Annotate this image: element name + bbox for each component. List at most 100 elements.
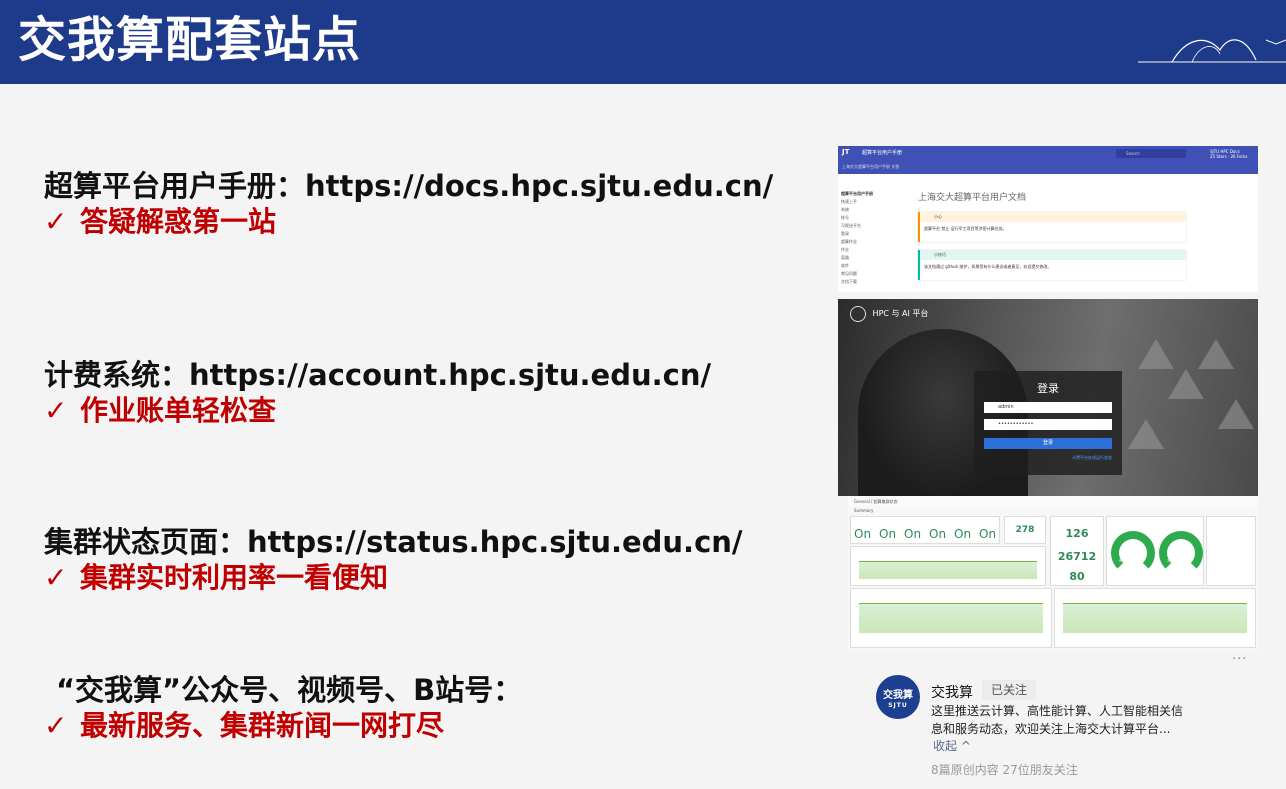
docs-warning-box: 小心 超算平台 禁止 运行军工项目等涉密计算任务。: [918, 212, 1186, 242]
docs-heading: 上海交大超算平台用户文档: [918, 193, 1027, 203]
triangle-decoration: [1218, 399, 1254, 429]
login-screenshot: HPC 与 AI 平台 登录 admin •••••••••••• 登录 计费平…: [838, 299, 1258, 496]
dash-jobs-value: 278: [1015, 525, 1035, 535]
item-title: 集群状态页面：https://status.hpc.sjtu.edu.cn/: [44, 525, 743, 559]
docs-warning-body: 超算平台 禁止 运行军工项目等涉密计算任务。: [924, 226, 1007, 231]
dash-area-chart: [859, 561, 1037, 579]
follow-button[interactable]: 已关注: [982, 680, 1036, 700]
docs-nav-item[interactable]: 超算平台用户手册: [841, 190, 873, 198]
collapse-link[interactable]: 收起 ^: [933, 737, 971, 754]
dash-breadcrumb: General / 超算集群状态: [848, 496, 1258, 506]
dash-area-chart: [1063, 603, 1247, 633]
dash-allocated-chart: [1054, 588, 1256, 648]
password-field[interactable]: ••••••••••••: [984, 419, 1112, 430]
dash-area-chart: [859, 603, 1043, 633]
item-title: “交我算”公众号、视频号、B站号：: [56, 673, 523, 707]
dash-number: 80: [1069, 570, 1085, 583]
dash-on-value: On: [904, 527, 922, 541]
header-bar: 交我算配套站点: [0, 0, 1286, 84]
docs-topbar: JT 超算平台用户手册 上海交大超算平台用户手册 文档 Search SJTU …: [838, 146, 1258, 174]
item-subtitle: ✓ 集群实时利用率一看便知: [44, 560, 743, 596]
dash-number: 126: [1065, 527, 1089, 540]
page-title: 交我算配套站点: [18, 12, 362, 68]
avatar: 交我算 SJTU: [876, 675, 920, 719]
item-subtitle-text: 集群实时利用率一看便知: [80, 561, 389, 594]
item-status: 集群状态页面：https://status.hpc.sjtu.edu.cn/ ✓…: [44, 524, 743, 596]
sjtu-bridge-logo: [1138, 39, 1286, 63]
item-subtitle-text: 答疑解惑第一站: [80, 205, 277, 238]
docs-nav-item[interactable]: 登录: [841, 230, 873, 238]
triangle-decoration: [1128, 419, 1164, 449]
docs-sidebar: 超算平台用户手册 快速上手 系统 帐号 可视化平台 登录 超算作业 作业 容器 …: [841, 190, 873, 286]
dash-jobs-panel: 278: [1004, 516, 1046, 544]
check-icon: ✓: [44, 561, 68, 594]
storage-gauge: [1111, 531, 1155, 575]
docs-nav-item[interactable]: 常见问题: [841, 270, 873, 278]
dash-on-value: On: [954, 527, 972, 541]
login-form: 登录 admin •••••••••••• 登录 计费平台在线运行状态: [974, 371, 1122, 475]
docs-repo-stats: 25 Stars · 26 Forks: [1210, 154, 1248, 159]
item-title: 计费系统：https://account.hpc.sjtu.edu.cn/: [44, 358, 712, 392]
check-icon: ✓: [44, 709, 68, 742]
username-field[interactable]: admin: [984, 402, 1112, 413]
dash-number: 26712: [1057, 550, 1097, 563]
docs-site-title: 超算平台用户手册: [862, 150, 903, 156]
docs-tip-title: 小技巧: [920, 250, 1186, 260]
item-subtitle: ✓ 作业账单轻松查: [44, 393, 711, 429]
docs-nav-item[interactable]: 软件: [841, 262, 873, 270]
dash-on-panel: On On On On On On: [850, 516, 1000, 544]
dash-on-value: On: [879, 527, 897, 541]
dash-on-value: On: [929, 527, 947, 541]
login-heading: 登录: [1037, 382, 1059, 395]
item-subtitle-text: 最新服务、集群新闻一网打尽: [80, 709, 445, 742]
item-subtitle: ✓ 答疑解惑第一站: [44, 204, 773, 240]
account-stats: 8篇原创内容 27位朋友关注: [931, 763, 1078, 777]
check-icon: ✓: [44, 394, 68, 427]
dash-section-title: Summary: [854, 508, 874, 513]
item-docs: 超算平台用户手册：https://docs.hpc.sjtu.edu.cn/ ✓…: [44, 168, 773, 240]
dash-on-value: On: [979, 527, 997, 541]
status-link[interactable]: 计费平台在线运行状态: [984, 455, 1112, 461]
login-header: HPC 与 AI 平台: [850, 304, 928, 324]
avatar-text: 交我算: [883, 690, 913, 701]
gauge-label: 2.76 PiB: [1167, 559, 1182, 563]
docs-repo-link[interactable]: SJTU HPC Docs 25 Stars · 26 Forks: [1210, 149, 1247, 159]
jtu-logo-icon: JT: [842, 148, 850, 156]
docs-nav-item[interactable]: 系统: [841, 206, 873, 214]
item-subtitle-text: 作业账单轻松查: [80, 394, 277, 427]
triangle-decoration: [1168, 369, 1204, 399]
check-icon: ✓: [44, 205, 68, 238]
more-options-icon[interactable]: ···: [1232, 652, 1247, 667]
docs-search-input[interactable]: Search: [1116, 149, 1186, 158]
docs-nav-item[interactable]: 快速上手: [841, 198, 873, 206]
docs-tip-body: 该文档通过 github 维护，如果您有什么建议或者意见，欢迎提交修改。: [924, 264, 1052, 269]
gauge-label: 9.12 PiB: [1119, 559, 1134, 563]
triangle-decoration: [1198, 339, 1234, 369]
item-title: 超算平台用户手册：https://docs.hpc.sjtu.edu.cn/: [44, 169, 774, 203]
dash-list-panel: [1206, 516, 1256, 586]
login-button[interactable]: 登录: [984, 438, 1112, 449]
docs-breadcrumb: 上海交大超算平台用户手册 文档: [842, 164, 900, 169]
docs-nav-item[interactable]: 文档下载: [841, 278, 873, 286]
item-subtitle: ✓ 最新服务、集群新闻一网打尽: [44, 708, 522, 744]
item-social: “交我算”公众号、视频号、B站号： ✓ 最新服务、集群新闻一网打尽: [44, 672, 522, 744]
storage-gauge: [1159, 531, 1203, 575]
docs-nav-item[interactable]: 帐号: [841, 214, 873, 222]
dash-numbers-panel: 126 26712 80: [1050, 516, 1104, 586]
dash-storage-panel: 9.12 PiB 2.76 PiB: [1106, 516, 1204, 586]
docs-nav-item[interactable]: 容器: [841, 254, 873, 262]
docs-warning-title: 小心: [920, 212, 1186, 222]
item-account: 计费系统：https://account.hpc.sjtu.edu.cn/ ✓ 作…: [44, 357, 711, 429]
docs-tip-box: 小技巧 该文档通过 github 维护，如果您有什么建议或者意见，欢迎提交修改。: [918, 250, 1186, 280]
docs-nav-item[interactable]: 作业: [841, 246, 873, 254]
login-platform-name: HPC 与 AI 平台: [872, 309, 929, 318]
sjtu-seal-icon: [850, 305, 866, 322]
account-description: 这里推送云计算、高性能计算、人工智能相关信息和服务动态，欢迎关注上海交大计算平台…: [931, 704, 1184, 736]
docs-screenshot: JT 超算平台用户手册 上海交大超算平台用户手册 文档 Search SJTU …: [838, 146, 1258, 292]
triangle-decoration: [1138, 339, 1174, 369]
docs-nav-item[interactable]: 超算作业: [841, 238, 873, 246]
dash-pending-chart: [850, 588, 1052, 648]
account-name: 交我算: [931, 685, 973, 701]
dash-on-value: On: [854, 527, 872, 541]
docs-nav-item[interactable]: 可视化平台: [841, 222, 873, 230]
